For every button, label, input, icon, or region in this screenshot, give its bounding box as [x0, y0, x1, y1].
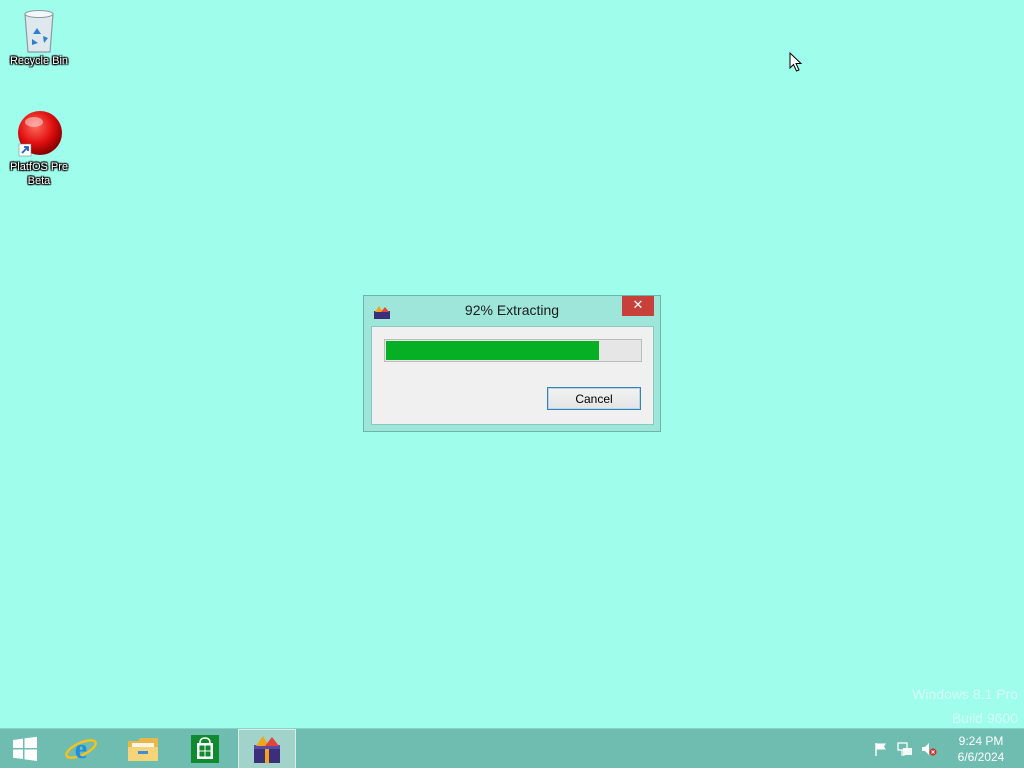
desktop-icon-recycle-bin[interactable]: Recycle Bin [3, 6, 75, 68]
internet-explorer-icon: e [65, 734, 97, 765]
store-icon [191, 735, 219, 763]
desktop-icon-label: PlatfOS Pre Beta [9, 161, 69, 187]
desktop-icon-label: Recycle Bin [9, 55, 69, 67]
clock-time: 9:24 PM [958, 734, 1004, 748]
dialog-title: 92% Extracting [464, 302, 560, 318]
os-watermark-build: Build 9600 [951, 710, 1018, 726]
cancel-button[interactable]: Cancel [547, 387, 641, 410]
network-icon[interactable] [897, 741, 913, 757]
extract-dialog: 92% Extracting ✕ Cancel [363, 295, 661, 432]
recycle-bin-icon [24, 10, 54, 53]
desktop-icon-platfos[interactable]: PlatfOS Pre Beta [3, 110, 75, 188]
dialog-body: Cancel [371, 326, 654, 425]
mouse-pointer-icon [789, 52, 803, 72]
taskbar-file-explorer[interactable] [114, 729, 172, 769]
action-center-flag-icon[interactable] [873, 741, 889, 757]
os-watermark-edition: Windows 8.1 Pro [912, 686, 1018, 702]
windows-start-icon [13, 736, 37, 761]
start-button[interactable] [0, 729, 50, 769]
file-explorer-icon [128, 738, 158, 761]
taskbar-internet-explorer[interactable]: e [52, 729, 110, 769]
clock-date: 6/6/2024 [957, 750, 1005, 764]
taskbar-store[interactable] [176, 729, 234, 769]
extract-progress-bar [384, 339, 642, 362]
app-running-icon [254, 736, 280, 763]
volume-muted-icon[interactable] [921, 741, 937, 757]
red-orb-shortcut-icon [18, 111, 62, 157]
progress-fill [386, 341, 599, 360]
taskbar-archive-app[interactable] [238, 729, 296, 769]
close-button[interactable]: ✕ [622, 296, 654, 316]
taskbar: e 9:24 PM 6/6/2024 [0, 728, 1024, 769]
taskbar-clock[interactable]: 9:24 PM 6/6/2024 [948, 733, 1014, 765]
svg-text:e: e [75, 734, 87, 765]
desktop: Recycle Bin PlatfOS Pre Beta Windows 8.1… [0, 0, 1024, 728]
